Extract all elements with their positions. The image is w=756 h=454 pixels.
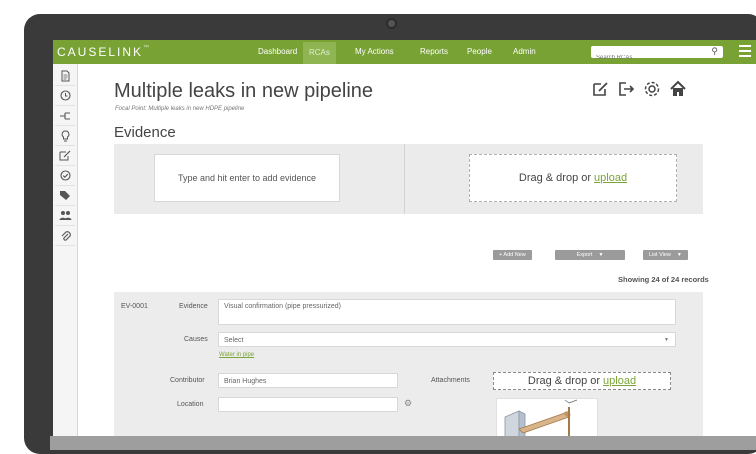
sidebar bbox=[53, 64, 78, 450]
caret-down-icon: ▼ bbox=[598, 252, 604, 258]
attachments-label: Attachments bbox=[431, 377, 470, 384]
contributor-label: Contributor bbox=[170, 377, 205, 384]
attachments-dropzone[interactable]: Drag & drop or upload bbox=[493, 372, 671, 390]
document-icon[interactable] bbox=[55, 66, 75, 86]
nav-people[interactable]: People bbox=[467, 47, 492, 56]
nav-reports[interactable]: Reports bbox=[420, 47, 448, 56]
export-icon[interactable] bbox=[617, 80, 635, 98]
cause-link[interactable]: Water in pipe bbox=[219, 352, 254, 358]
search-input[interactable] bbox=[591, 52, 696, 64]
hamburger-menu-icon[interactable] bbox=[739, 45, 751, 59]
upload-link[interactable]: upload bbox=[594, 172, 627, 184]
causes-select[interactable]: Select ▼ bbox=[218, 332, 676, 347]
export-dropdown[interactable]: Export ▼ bbox=[555, 250, 625, 260]
caret-down-icon: ▼ bbox=[676, 252, 682, 258]
dropzone-label: Drag & drop or bbox=[518, 172, 592, 184]
contributor-field[interactable]: Brian Hughes bbox=[218, 373, 398, 388]
tree-icon[interactable] bbox=[55, 106, 75, 126]
settings-icon[interactable] bbox=[643, 80, 661, 98]
nav-rcas[interactable]: RCAs bbox=[303, 42, 336, 64]
page-title: Multiple leaks in new pipeline bbox=[114, 80, 374, 102]
home-icon[interactable] bbox=[669, 80, 687, 98]
clock-icon[interactable] bbox=[55, 86, 75, 106]
people-icon[interactable] bbox=[55, 206, 75, 226]
focal-point: Focal Point: Multiple leaks in new HDPE … bbox=[115, 106, 245, 112]
header-actions bbox=[591, 80, 711, 98]
edit-icon[interactable] bbox=[591, 80, 609, 98]
attachment-icon[interactable] bbox=[55, 226, 75, 246]
svg-text:.: . bbox=[577, 401, 578, 406]
tags-icon[interactable] bbox=[55, 186, 75, 206]
attachments-upload-link[interactable]: upload bbox=[603, 375, 636, 387]
add-evidence-input[interactable]: Type and hit enter to add evidence bbox=[154, 154, 340, 202]
nav-my-actions[interactable]: My Actions bbox=[355, 47, 394, 56]
location-field[interactable] bbox=[218, 397, 398, 412]
app-logo[interactable]: CAUSELINK™ bbox=[57, 45, 151, 59]
lightbulb-icon[interactable] bbox=[55, 126, 75, 146]
laptop-base bbox=[50, 436, 756, 450]
location-pin-icon[interactable]: ⚙ bbox=[404, 398, 412, 409]
laptop-frame: CAUSELINK™ Dashboard RCAs My Actions Rep… bbox=[24, 14, 756, 454]
evidence-dropzone[interactable]: Drag & drop or upload bbox=[469, 154, 677, 202]
nav-admin[interactable]: Admin bbox=[513, 47, 536, 56]
list-view-dropdown[interactable]: List View ▼ bbox=[643, 250, 688, 260]
causes-label: Causes bbox=[184, 336, 208, 343]
top-nav: CAUSELINK™ Dashboard RCAs My Actions Rep… bbox=[53, 40, 756, 64]
location-label: Location bbox=[177, 401, 204, 408]
check-circle-icon[interactable] bbox=[55, 166, 75, 186]
nav-dashboard[interactable]: Dashboard bbox=[258, 47, 297, 56]
search-box: ⚲ bbox=[591, 46, 723, 64]
edit-icon[interactable] bbox=[55, 146, 75, 166]
add-new-button[interactable]: + Add New bbox=[493, 250, 532, 260]
caret-down-icon: ▼ bbox=[664, 337, 669, 343]
camera-dot bbox=[388, 20, 395, 27]
attachments-dropzone-label: Drag & drop or bbox=[527, 375, 601, 387]
record-id: EV-0001 bbox=[121, 303, 148, 310]
evidence-label: Evidence bbox=[179, 303, 208, 310]
section-title-evidence: Evidence bbox=[114, 124, 176, 141]
search-icon[interactable]: ⚲ bbox=[711, 46, 718, 57]
app-screen: CAUSELINK™ Dashboard RCAs My Actions Rep… bbox=[53, 40, 756, 450]
records-count: Showing 24 of 24 records bbox=[618, 275, 709, 284]
evidence-field[interactable]: Visual confirmation (pipe pressurized) bbox=[218, 299, 676, 325]
